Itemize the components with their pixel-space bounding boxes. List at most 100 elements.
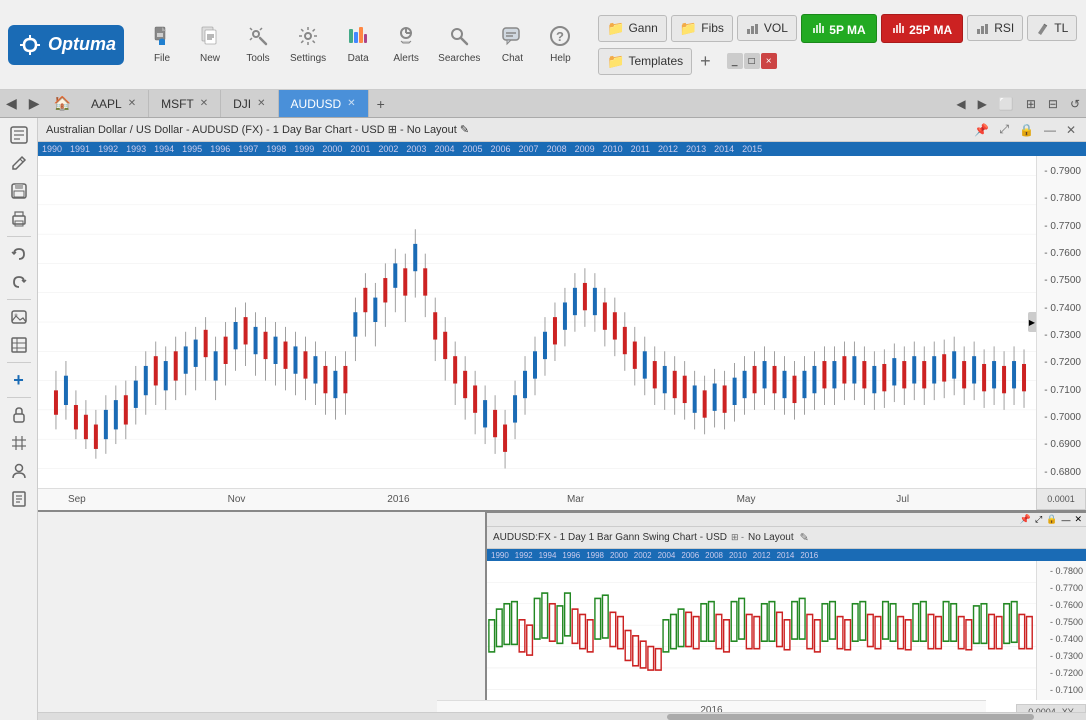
sidebar-lock-button[interactable] [4,402,34,428]
lower-price-7700: - 0.7700 [1037,583,1086,593]
add-tool-button[interactable]: + [696,47,715,76]
back-button[interactable]: ◀ [0,90,23,117]
25pma-label: 25P MA [909,23,952,37]
data-button[interactable]: Data [336,21,380,68]
tab-dji[interactable]: DJI ✕ [221,90,278,117]
maximize-button[interactable]: □ [744,53,760,69]
chart-close-button[interactable]: ✕ [1064,123,1078,137]
25pma-button[interactable]: 25P MA [881,14,963,43]
sidebar-add-button[interactable]: + [4,367,34,393]
sidebar-redo-button[interactable] [4,269,34,295]
lower-timeline-bar: 1990 1992 1994 1996 1998 2000 2002 2004 … [487,549,1086,561]
new-icon [199,25,221,51]
upper-zoom-display: 0.0001 [1036,488,1086,510]
tab-aapl-close[interactable]: ✕ [128,98,136,109]
minimize-button[interactable]: _ [727,53,743,69]
5pma-button[interactable]: 5P MA [801,14,877,43]
layout-grid-button[interactable]: ⊞ [1020,97,1042,111]
time-label-mar: Mar [567,494,584,505]
rsi-button[interactable]: RSI [967,15,1023,41]
searches-button[interactable]: Searches [432,21,486,68]
upper-chart-canvas[interactable]: - 0.7900 - 0.7800 - 0.7700 - 0.7600 - 0.… [38,156,1086,488]
tl-button[interactable]: TL [1027,15,1077,41]
tab-audusd-close[interactable]: ✕ [347,98,355,109]
horizontal-scrollbar[interactable] [38,712,1086,720]
sidebar-grid-button[interactable] [4,430,34,456]
new-button[interactable]: New [188,21,232,68]
chart-lock-button[interactable]: 🔒 [1017,123,1036,137]
close-button[interactable]: × [761,53,777,69]
svg-text:?: ? [556,29,564,44]
tab-next-button[interactable]: ▶ [972,97,993,111]
lower-minimize-button[interactable]: — [1059,515,1072,525]
sidebar-undo-button[interactable] [4,241,34,267]
new-tab-button[interactable]: + [369,90,393,117]
tab-aapl-label: AAPL [91,97,122,111]
lower-pin-button[interactable]: 📌 [1018,514,1033,525]
gann-label: Gann [628,21,657,35]
sidebar-separator-2 [7,299,31,300]
chart-detach-button[interactable]: ⤢ [997,122,1011,137]
templates-button[interactable]: 📁 Templates [598,48,692,75]
user-icon [10,462,28,480]
lower-chart-container: 📌 ⤢ 🔒 — ✕ AUDUSD:FX - 1 Day 1 Bar Gann S… [485,512,1086,720]
forward-button[interactable]: ▶ [23,90,46,117]
refresh-button[interactable]: ↺ [1064,97,1086,111]
lower-close-button[interactable]: ✕ [1072,514,1084,525]
settings-button[interactable]: Settings [284,21,332,68]
chat-icon [501,25,523,51]
lower-chart-title: AUDUSD:FX - 1 Day 1 Bar Gann Swing Chart… [493,532,727,543]
layout-single-button[interactable]: ⬜ [993,97,1020,111]
tab-prev-button[interactable]: ◀ [950,97,971,111]
save-icon [10,182,28,200]
templates-label: Templates [628,54,683,68]
price-label-7100: - 0.7100 [1039,385,1084,396]
lower-chart-layout-sep: ⊞ - [731,532,744,543]
sidebar-save-button[interactable] [4,178,34,204]
tools-button[interactable]: Tools [236,21,280,68]
sidebar-notes-button[interactable] [4,486,34,512]
vol-button[interactable]: VOL [737,15,797,41]
gann-folder-icon: 📁 [607,20,624,37]
help-button[interactable]: ? Help [538,21,582,68]
sidebar-draw-button[interactable] [4,150,34,176]
tab-msft[interactable]: MSFT ✕ [149,90,221,117]
file-button[interactable]: File [140,21,184,68]
sidebar-print-button[interactable] [4,206,34,232]
lower-detach-button[interactable]: ⤢ [1033,514,1044,525]
upper-chart-title: Australian Dollar / US Dollar - AUDUSD (… [46,123,966,136]
price-axis-expand-button[interactable]: ▶ [1028,312,1036,332]
lower-chart-canvas[interactable]: - 0.7800 - 0.7700 - 0.7600 - 0.7500 - 0.… [487,561,1086,700]
data-icon [347,25,369,51]
price-label-6900: - 0.6900 [1039,439,1084,450]
chart-pin-button[interactable]: 📌 [972,123,991,137]
fibs-button[interactable]: 📁 Fibs [671,15,733,42]
logo-area: Optuma [8,25,124,65]
scrollbar-thumb[interactable] [667,714,1034,720]
grid-icon [10,434,28,452]
vol-chart-icon [746,21,760,35]
sidebar-user-button[interactable] [4,458,34,484]
help-icon: ? [549,25,571,51]
tab-audusd[interactable]: AUDUSD ✕ [279,90,369,117]
tab-msft-close[interactable]: ✕ [200,98,208,109]
lower-price-7400: - 0.7400 [1037,634,1086,644]
price-label-7600: - 0.7600 [1039,248,1084,259]
gann-button[interactable]: 📁 Gann [598,15,667,42]
alerts-button[interactable]: Alerts [384,21,428,68]
chart-minimize-button[interactable]: — [1042,123,1058,137]
tab-audusd-label: AUDUSD [291,97,342,111]
lower-edit-button[interactable]: ✎ [798,531,811,544]
alerts-label: Alerts [393,53,419,64]
upper-chart-title-bar: Australian Dollar / US Dollar - AUDUSD (… [38,118,1086,142]
chat-button[interactable]: Chat [490,21,534,68]
tab-dji-close[interactable]: ✕ [257,98,265,109]
sidebar-watchlist-button[interactable] [4,122,34,148]
tab-aapl[interactable]: AAPL ✕ [79,90,149,117]
sidebar-image-button[interactable] [4,304,34,330]
sidebar-data-button[interactable] [4,332,34,358]
upper-time-axis: Sep Nov 2016 Mar May Jul [38,488,1036,510]
layout-custom-button[interactable]: ⊟ [1042,97,1064,111]
home-button[interactable]: 🏠 [46,90,79,117]
lower-lock-button[interactable]: 🔒 [1044,514,1059,525]
